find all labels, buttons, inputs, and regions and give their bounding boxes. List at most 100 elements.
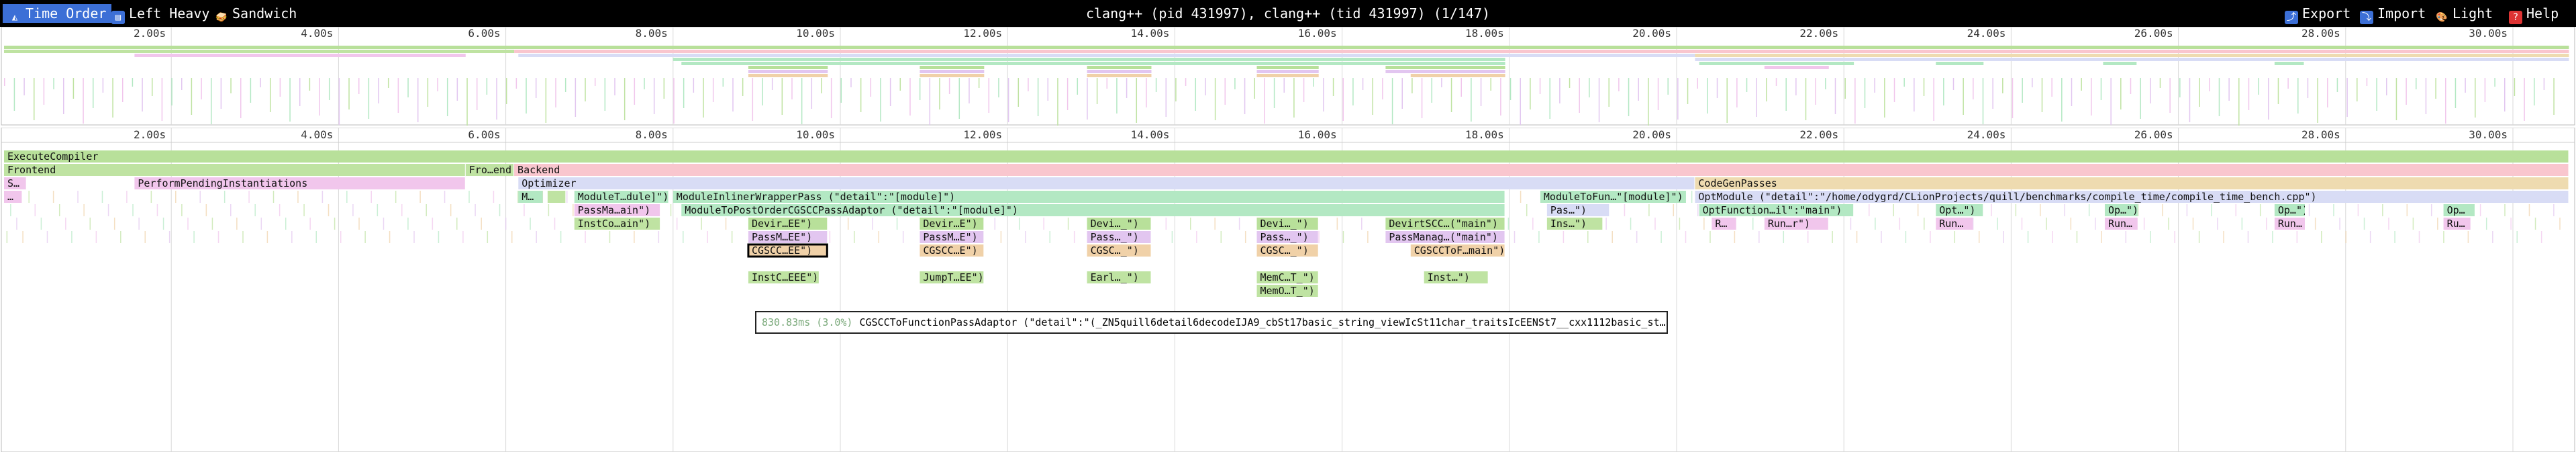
sample-sliver [1190, 218, 1191, 230]
time-axis-tick-label: 12.00s [963, 128, 1002, 141]
flame-frame-node[interactable]: Opt…") [1936, 204, 1983, 216]
sample-sliver [401, 204, 403, 216]
flame-frame-node[interactable]: Fro…end [465, 164, 514, 176]
flame-frame-node[interactable]: MemC…T_") [1256, 271, 1318, 283]
flame-frame-node[interactable]: PassMa…ain") [574, 204, 660, 216]
flame-frame-node[interactable] [547, 191, 566, 203]
import-button[interactable]: ⤵ Import [2355, 4, 2431, 24]
flame-frame-node[interactable]: Run…r") [1764, 218, 1828, 230]
flame-frame-node[interactable]: Ins…") [1546, 218, 1603, 230]
minimap-bar [1764, 66, 1829, 69]
flame-chart[interactable]: 2.00s 4.00s 6.00s 8.00s 10.00s 12.00s 14.00s 16… [0, 128, 2576, 452]
left-heavy-tab[interactable]: ▤ Left Heavy [106, 4, 215, 24]
minimap-bar [1936, 62, 1984, 65]
flame-frame-node[interactable]: PassManag…("main") [1385, 231, 1505, 243]
flame-frame-node[interactable]: CodeGenPasses [1695, 177, 2569, 189]
flame-frame-node[interactable]: Pass…_") [1256, 231, 1318, 243]
sample-sliver [2003, 231, 2004, 243]
flame-frame-label: Op…") [2278, 204, 2308, 216]
flame-frame-node[interactable]: Run… [1936, 218, 1973, 230]
sample-sliver [1636, 231, 1638, 243]
minimap-sample [1973, 78, 1974, 99]
light-theme-button[interactable]: 🎨 Light [2430, 4, 2498, 23]
flame-frame-node[interactable]: InstC…EEE") [748, 271, 819, 283]
sample-sliver [560, 231, 562, 243]
flame-frame-node[interactable]: Run… [2104, 218, 2138, 230]
flame-frame-node[interactable]: Devi…_") [1256, 218, 1318, 230]
sample-sliver [273, 191, 275, 203]
flame-frame-node[interactable]: MemO…T_") [1256, 285, 1318, 297]
flame-frame-node[interactable]: Earl…_") [1087, 271, 1151, 283]
flame-frame-node[interactable]: R… [1712, 218, 1736, 230]
flame-frame-node[interactable]: Pas…") [1546, 204, 1609, 216]
flame-frame-node[interactable]: Frontend [4, 164, 465, 176]
flame-frame-node[interactable]: M… [518, 191, 543, 203]
flame-frame-label: CGSCC…EE") [752, 244, 812, 257]
flame-frame-node[interactable]: ModuleT…dule]") [574, 191, 668, 203]
minimap-sample [1146, 78, 1147, 107]
minimap-sample [1136, 78, 1138, 123]
flame-frame-bar[interactable] [518, 177, 1695, 189]
flame-frame-node[interactable]: Op…") [2274, 204, 2308, 216]
flame-frame-node[interactable]: OptFunction…il":"main") [1699, 204, 1854, 216]
flame-frame-bar[interactable] [514, 164, 2569, 176]
flame-frame-node[interactable]: JumpT…EE") [920, 271, 984, 283]
minimap-sample [1736, 78, 1738, 107]
flame-frame-node[interactable]: InstCo…ain") [574, 218, 660, 230]
flame-frame-node[interactable]: Pass…_") [1087, 231, 1151, 243]
flame-frame-node[interactable]: Op… [2443, 204, 2475, 216]
flame-frame-node[interactable]: CGSC…_") [1256, 244, 1318, 257]
flame-frame-node[interactable]: ModuleToFun…"[module]") [1540, 191, 1686, 203]
sample-sliver [2015, 204, 2017, 216]
sample-sliver [2388, 218, 2389, 230]
time-order-tab[interactable]: ◭ Time Order [3, 4, 112, 23]
flame-frame-node[interactable]: Optimizer [518, 177, 1695, 189]
sample-sliver [101, 191, 103, 203]
flame-frame-node[interactable]: PassM…EE") [748, 231, 828, 243]
sample-sliver [896, 218, 898, 230]
flame-frame-node[interactable]: ModuleInlinerWrapperPass ("detail":"[mod… [673, 191, 1505, 203]
flame-frame-node[interactable]: OptModule ("detail":"/home/odygrd/CLionP… [1695, 191, 2569, 203]
minimap-sample [2524, 78, 2525, 121]
flame-frame-node[interactable]: CGSCCToF…main") [1410, 244, 1505, 257]
flame-frame-node[interactable]: … [4, 191, 22, 203]
flame-frame-node[interactable]: CGSCC…E") [920, 244, 984, 257]
flame-frame-node[interactable]: Op…") [2104, 204, 2138, 216]
flame-frame-node[interactable]: ModuleToPostOrderCGSCCPassAdaptor ("deta… [681, 204, 1505, 216]
export-label: Export [2302, 5, 2351, 21]
flame-frame-node[interactable]: CGSCC…EE") [747, 243, 828, 258]
minimap-sample [2159, 78, 2161, 88]
minimap-sample [1391, 78, 1393, 124]
flame-frame-node[interactable]: DevirtSCC…("main") [1385, 218, 1505, 230]
flame-frame-node[interactable]: PerformPendingInstantiations [134, 177, 465, 189]
flame-frame-node[interactable]: Run… [2274, 218, 2305, 230]
flame-frame-node[interactable]: PassM…E") [920, 231, 984, 243]
flame-frame-node[interactable]: ExecuteCompiler [4, 150, 2569, 163]
sample-sliver [254, 204, 256, 216]
flame-frame-node[interactable]: Devir…EE") [748, 218, 828, 230]
minimap-sample [634, 78, 636, 105]
minimap-sample [515, 78, 517, 89]
sample-sliver [2510, 218, 2512, 230]
flame-frame-bar[interactable] [4, 150, 2569, 163]
sample-sliver [444, 191, 446, 203]
minimap-sample [732, 78, 734, 111]
sample-sliver [609, 231, 611, 243]
flame-frame-node[interactable]: Devir…E") [920, 218, 984, 230]
flame-frame-node[interactable]: Backend [514, 164, 2569, 176]
flame-frame-bar[interactable] [4, 164, 465, 176]
minimap-tick-label: 4.00s [301, 27, 333, 40]
flame-frame-node[interactable]: Inst…") [1424, 271, 1488, 283]
flame-frame-node[interactable]: CGSC…_") [1087, 244, 1151, 257]
export-button[interactable]: ⤴ Export [2279, 4, 2356, 24]
sandwich-tab[interactable]: 🥪 Sandwich [209, 4, 302, 23]
minimap-overview[interactable]: 2.00s 4.00s 6.00s 8.00s 10.00s 12.00s 14.00s 16… [0, 27, 2576, 126]
flame-frame-node[interactable]: S… [4, 177, 26, 189]
flame-frame-node[interactable]: Devi…_") [1087, 218, 1151, 230]
flame-frame-bar[interactable] [547, 191, 566, 203]
flame-frame-bar[interactable] [1695, 177, 2569, 189]
flame-frame-label: Op… [2447, 204, 2465, 216]
flame-frame-node[interactable]: Ru… [2443, 218, 2471, 230]
help-button[interactable]: ? Help [2504, 4, 2564, 24]
minimap-sample [791, 78, 793, 99]
